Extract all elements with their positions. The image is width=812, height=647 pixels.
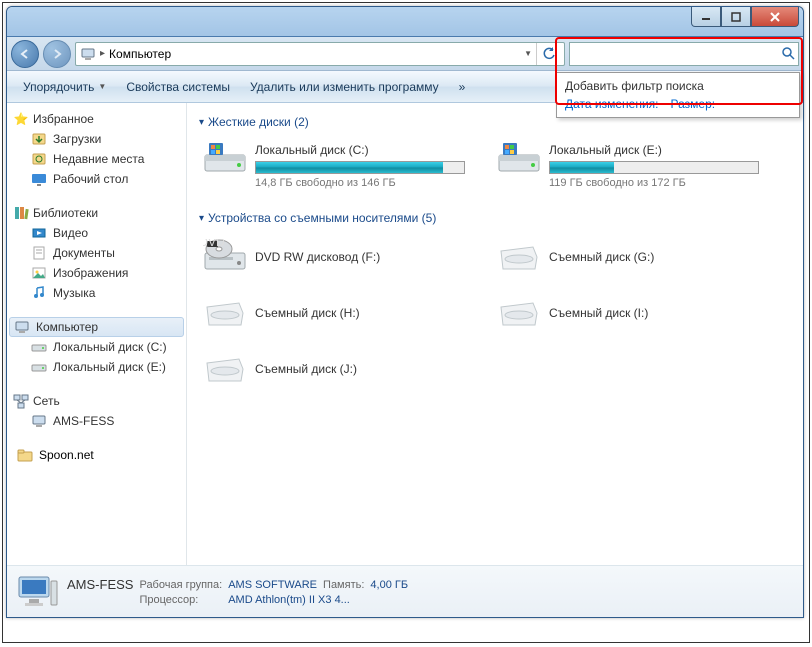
video-icon [31,225,47,241]
search-filter-title: Добавить фильтр поиска [565,79,791,93]
address-dropdown-icon[interactable]: ▼ [524,49,532,58]
close-button[interactable] [751,7,799,27]
device-name: DVD RW дисковод (F:) [255,250,380,264]
removable-drive-icon [203,351,247,387]
navbar: ▸ Компьютер ▼ Добавить фильтр поиска Дат… [7,37,803,71]
details-workgroup-label: Рабочая группа: [139,579,222,591]
sidebar-item-downloads[interactable]: Загрузки [9,129,184,149]
folder-icon [17,447,33,463]
system-properties-button[interactable]: Свойства системы [118,76,238,98]
sidebar-network[interactable]: Сеть [9,391,184,411]
titlebar [7,7,803,37]
device-item[interactable]: Съемный диск (G:) [493,233,763,281]
nav-forward-button[interactable] [43,40,71,68]
filter-date-link[interactable]: Дата изменения: [565,97,659,111]
dvd-drive-icon: DVD [203,239,247,275]
search-box-wrap: Добавить фильтр поиска Дата изменения: Р… [569,42,799,66]
drive-icon [31,359,47,375]
chevron-down-icon: ▼ [98,82,106,91]
collapse-icon[interactable]: ▾ [199,117,204,128]
uninstall-program-button[interactable]: Удалить или изменить программу [242,76,447,98]
computer-icon [80,46,96,62]
drive-name: Локальный диск (E:) [549,143,759,157]
filter-size-link[interactable]: Размер: [671,97,716,111]
pc-icon [31,413,47,429]
libraries-icon [13,205,29,221]
sidebar-item-network-pc[interactable]: AMS-FESS [9,411,184,431]
sidebar-item-desktop[interactable]: Рабочий стол [9,169,184,189]
sidebar-item-recent[interactable]: Недавние места [9,149,184,169]
computer-icon [14,319,30,335]
device-name: Съемный диск (J:) [255,362,357,376]
toolbar-overflow[interactable]: » [451,76,474,98]
music-icon [31,285,47,301]
network-icon [13,393,29,409]
device-item[interactable]: Съемный диск (I:) [493,289,763,337]
minimize-button[interactable] [691,7,721,27]
chevron-right-icon: ▸ [100,48,105,59]
recent-icon [31,151,47,167]
drive-free-text: 14,8 ГБ свободно из 146 ГБ [255,177,465,189]
hdd-icon [497,141,541,177]
details-memory-label: Память: [323,579,364,591]
sidebar-item-documents[interactable]: Документы [9,243,184,263]
sidebar-computer[interactable]: Компьютер [9,317,184,337]
organize-button[interactable]: Упорядочить ▼ [15,76,114,98]
search-filter-dropdown: Добавить фильтр поиска Дата изменения: Р… [556,72,800,118]
device-item[interactable]: Съемный диск (J:) [199,345,469,393]
details-cpu: AMD Athlon(tm) II X3 4... [228,594,408,606]
maximize-button[interactable] [721,7,751,27]
collapse-icon[interactable]: ▾ [199,213,204,224]
drive-item[interactable]: Локальный диск (C:) 14,8 ГБ свободно из 1… [199,137,469,193]
downloads-icon [31,131,47,147]
section-removable: ▾Устройства со съемными носителями (5) [199,211,791,225]
sidebar-libraries[interactable]: Библиотеки [9,203,184,223]
computer-large-icon [15,571,59,613]
sidebar-item-pictures[interactable]: Изображения [9,263,184,283]
svg-text:DVD: DVD [203,239,225,249]
device-name: Съемный диск (G:) [549,250,654,264]
removable-drive-icon [497,239,541,275]
details-name: AMS-FESS [67,577,133,592]
sidebar-item-spoon[interactable]: Spoon.net [9,445,184,465]
sidebar-item-drive-c[interactable]: Локальный диск (C:) [9,337,184,357]
search-icon[interactable] [781,46,795,63]
sidebar-favorites[interactable]: ⭐Избранное [9,109,184,129]
nav-back-button[interactable] [11,40,39,68]
refresh-button[interactable] [536,43,560,65]
search-input[interactable] [569,42,799,66]
sidebar-item-music[interactable]: Музыка [9,283,184,303]
drive-usage-bar [255,161,465,174]
drive-icon [31,339,47,355]
address-bar[interactable]: ▸ Компьютер ▼ [75,42,565,66]
star-icon: ⭐ [13,111,29,127]
details-cpu-label: Процессор: [139,594,222,606]
removable-drive-icon [203,295,247,331]
details-memory: 4,00 ГБ [370,579,408,591]
content-area: ▾Жесткие диски (2) Локальный диск (C:)14… [187,103,803,565]
device-name: Съемный диск (I:) [549,306,648,320]
details-pane: AMS-FESS Рабочая группа: AMS SOFTWARE Па… [7,565,803,617]
drive-name: Локальный диск (C:) [255,143,465,157]
sidebar-item-drive-e[interactable]: Локальный диск (E:) [9,357,184,377]
desktop-icon [31,171,47,187]
drive-item[interactable]: Локальный диск (E:) 119 ГБ свободно из 17… [493,137,763,193]
sidebar-item-videos[interactable]: Видео [9,223,184,243]
documents-icon [31,245,47,261]
removable-drive-icon [497,295,541,331]
hdd-icon [203,141,247,177]
pictures-icon [31,265,47,281]
drive-free-text: 119 ГБ свободно из 172 ГБ [549,177,759,189]
device-item[interactable]: Съемный диск (H:) [199,289,469,337]
drive-usage-bar [549,161,759,174]
device-name: Съемный диск (H:) [255,306,360,320]
details-workgroup: AMS SOFTWARE [228,579,317,591]
device-item[interactable]: DVD DVD RW дисковод (F:) [199,233,469,281]
sidebar: ⭐Избранное Загрузки Недавние места Рабоч… [7,103,187,565]
address-location: Компьютер [109,47,171,61]
